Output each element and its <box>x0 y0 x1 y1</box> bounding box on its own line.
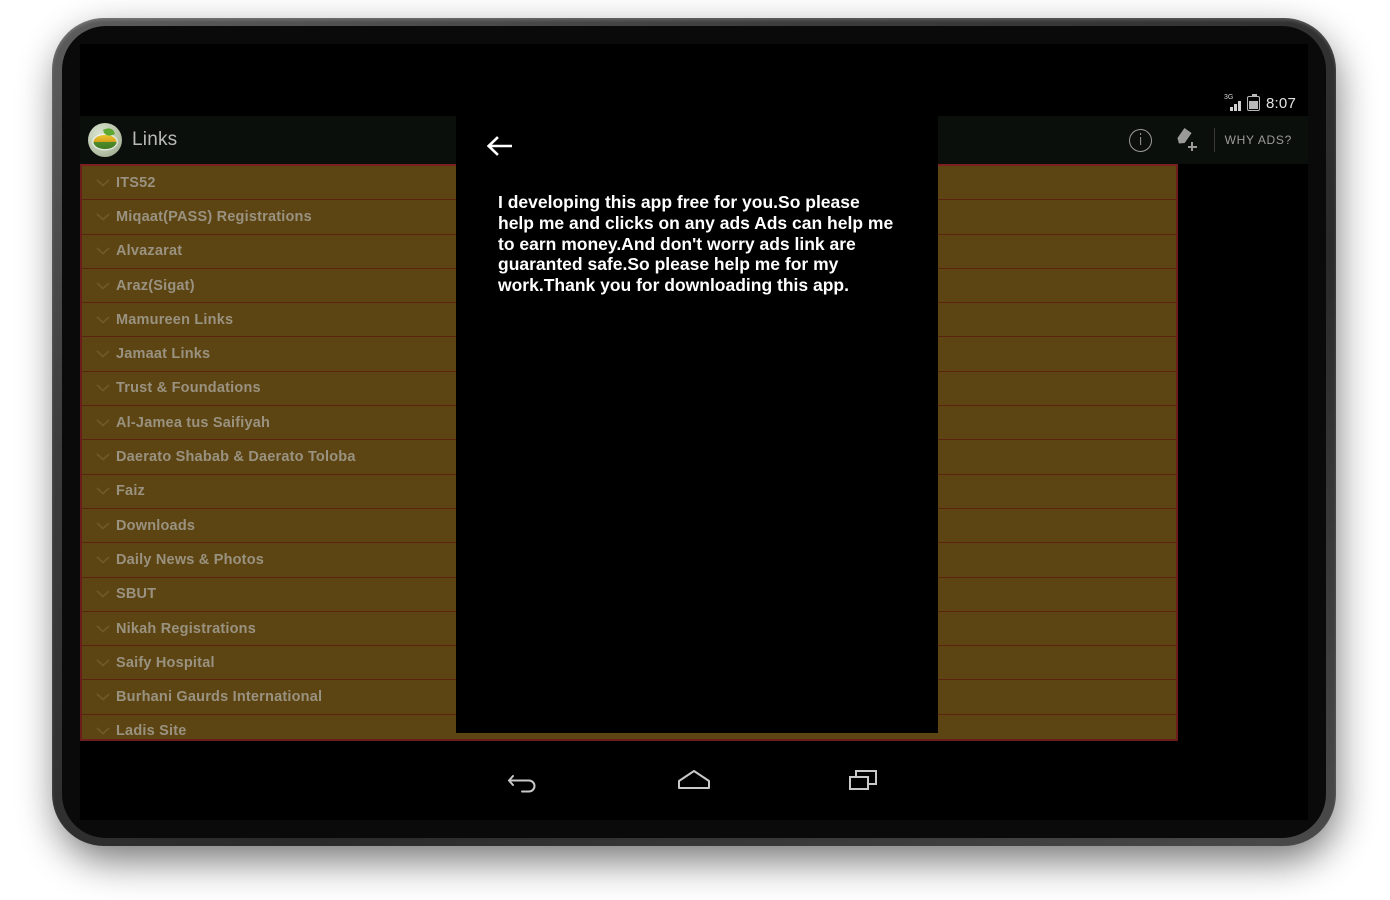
chevron-down-icon <box>90 509 116 543</box>
signal-bars <box>1230 100 1241 111</box>
chevron-down-icon <box>90 646 116 680</box>
list-item-label: Araz(Sigat) <box>116 277 195 294</box>
list-item-label: Al-Jamea tus Saifiyah <box>116 414 271 431</box>
list-item-label: Burhani Gaurds International <box>116 689 323 706</box>
list-item-label: Faiz <box>116 483 145 500</box>
logo-emblem <box>93 135 117 150</box>
ad-back-button[interactable] <box>484 130 516 162</box>
chevron-down-icon <box>90 680 116 714</box>
ad-overlay[interactable]: I developing this app free for you.So pl… <box>456 116 938 733</box>
screenshot-root: 3G 8:07 Links WHY ADS? ITS52 Miqaat(PASS… <box>0 0 1390 900</box>
chevron-down-icon <box>90 406 116 440</box>
chevron-down-icon <box>90 269 116 303</box>
home-nav-icon <box>678 769 710 789</box>
action-bar-divider <box>1213 128 1215 152</box>
list-item-label: Jamaat Links <box>116 346 211 363</box>
info-button[interactable] <box>1118 116 1164 164</box>
ad-body-text: I developing this app free for you.So pl… <box>498 192 894 296</box>
status-clock: 8:07 <box>1266 94 1296 112</box>
chevron-down-icon <box>90 543 116 577</box>
android-status-bar: 3G 8:07 <box>80 90 1308 116</box>
chevron-down-icon <box>90 234 116 268</box>
recents-nav-icon <box>849 769 877 790</box>
list-item-label: Nikah Registrations <box>116 620 256 637</box>
chevron-down-icon <box>90 474 116 508</box>
chevron-down-icon <box>90 577 116 611</box>
list-item-label: Trust & Foundations <box>116 380 261 397</box>
edit-add-button[interactable] <box>1164 116 1210 164</box>
list-item-label: Mamureen Links <box>116 311 234 328</box>
list-item-label: Ladis Site <box>116 723 187 740</box>
list-item-label: ITS52 <box>116 174 156 191</box>
chevron-down-icon <box>90 371 116 405</box>
info-icon <box>1129 128 1153 152</box>
android-nav-bar <box>80 741 1308 820</box>
back-nav-icon <box>508 774 536 792</box>
action-bar-actions: WHY ADS? <box>1118 116 1308 164</box>
home-nav-button[interactable] <box>663 755 725 807</box>
list-item-label: Downloads <box>116 517 196 534</box>
chevron-down-icon <box>90 714 116 739</box>
signal-bars-icon: 3G <box>1224 94 1241 111</box>
why-ads-label[interactable]: WHY ADS? <box>1225 133 1302 147</box>
chevron-down-icon <box>90 337 116 371</box>
list-item-label: SBUT <box>116 586 157 603</box>
list-item-label: Alvazarat <box>116 243 183 260</box>
battery-icon <box>1247 93 1260 111</box>
chevron-down-icon <box>90 440 116 474</box>
list-item-label: Miqaat(PASS) Registrations <box>116 208 312 225</box>
back-arrow-icon <box>486 136 512 156</box>
list-item-label: Daerato Shabab & Daerato Toloba <box>116 449 356 466</box>
list-item-label: Daily News & Photos <box>116 551 265 568</box>
back-nav-button[interactable] <box>493 755 555 807</box>
app-logo-icon <box>88 123 122 157</box>
chevron-down-icon <box>90 200 116 234</box>
chevron-down-icon <box>90 612 116 646</box>
chevron-down-icon <box>90 166 116 200</box>
status-indicators: 3G 8:07 <box>1224 93 1296 112</box>
device-screen: 3G 8:07 Links WHY ADS? ITS52 Miqaat(PASS… <box>80 44 1308 820</box>
app-title: Links <box>132 129 178 150</box>
edit-add-icon <box>1175 128 1199 152</box>
recents-nav-button[interactable] <box>833 755 895 807</box>
chevron-down-icon <box>90 303 116 337</box>
list-item-label: Saify Hospital <box>116 654 215 671</box>
